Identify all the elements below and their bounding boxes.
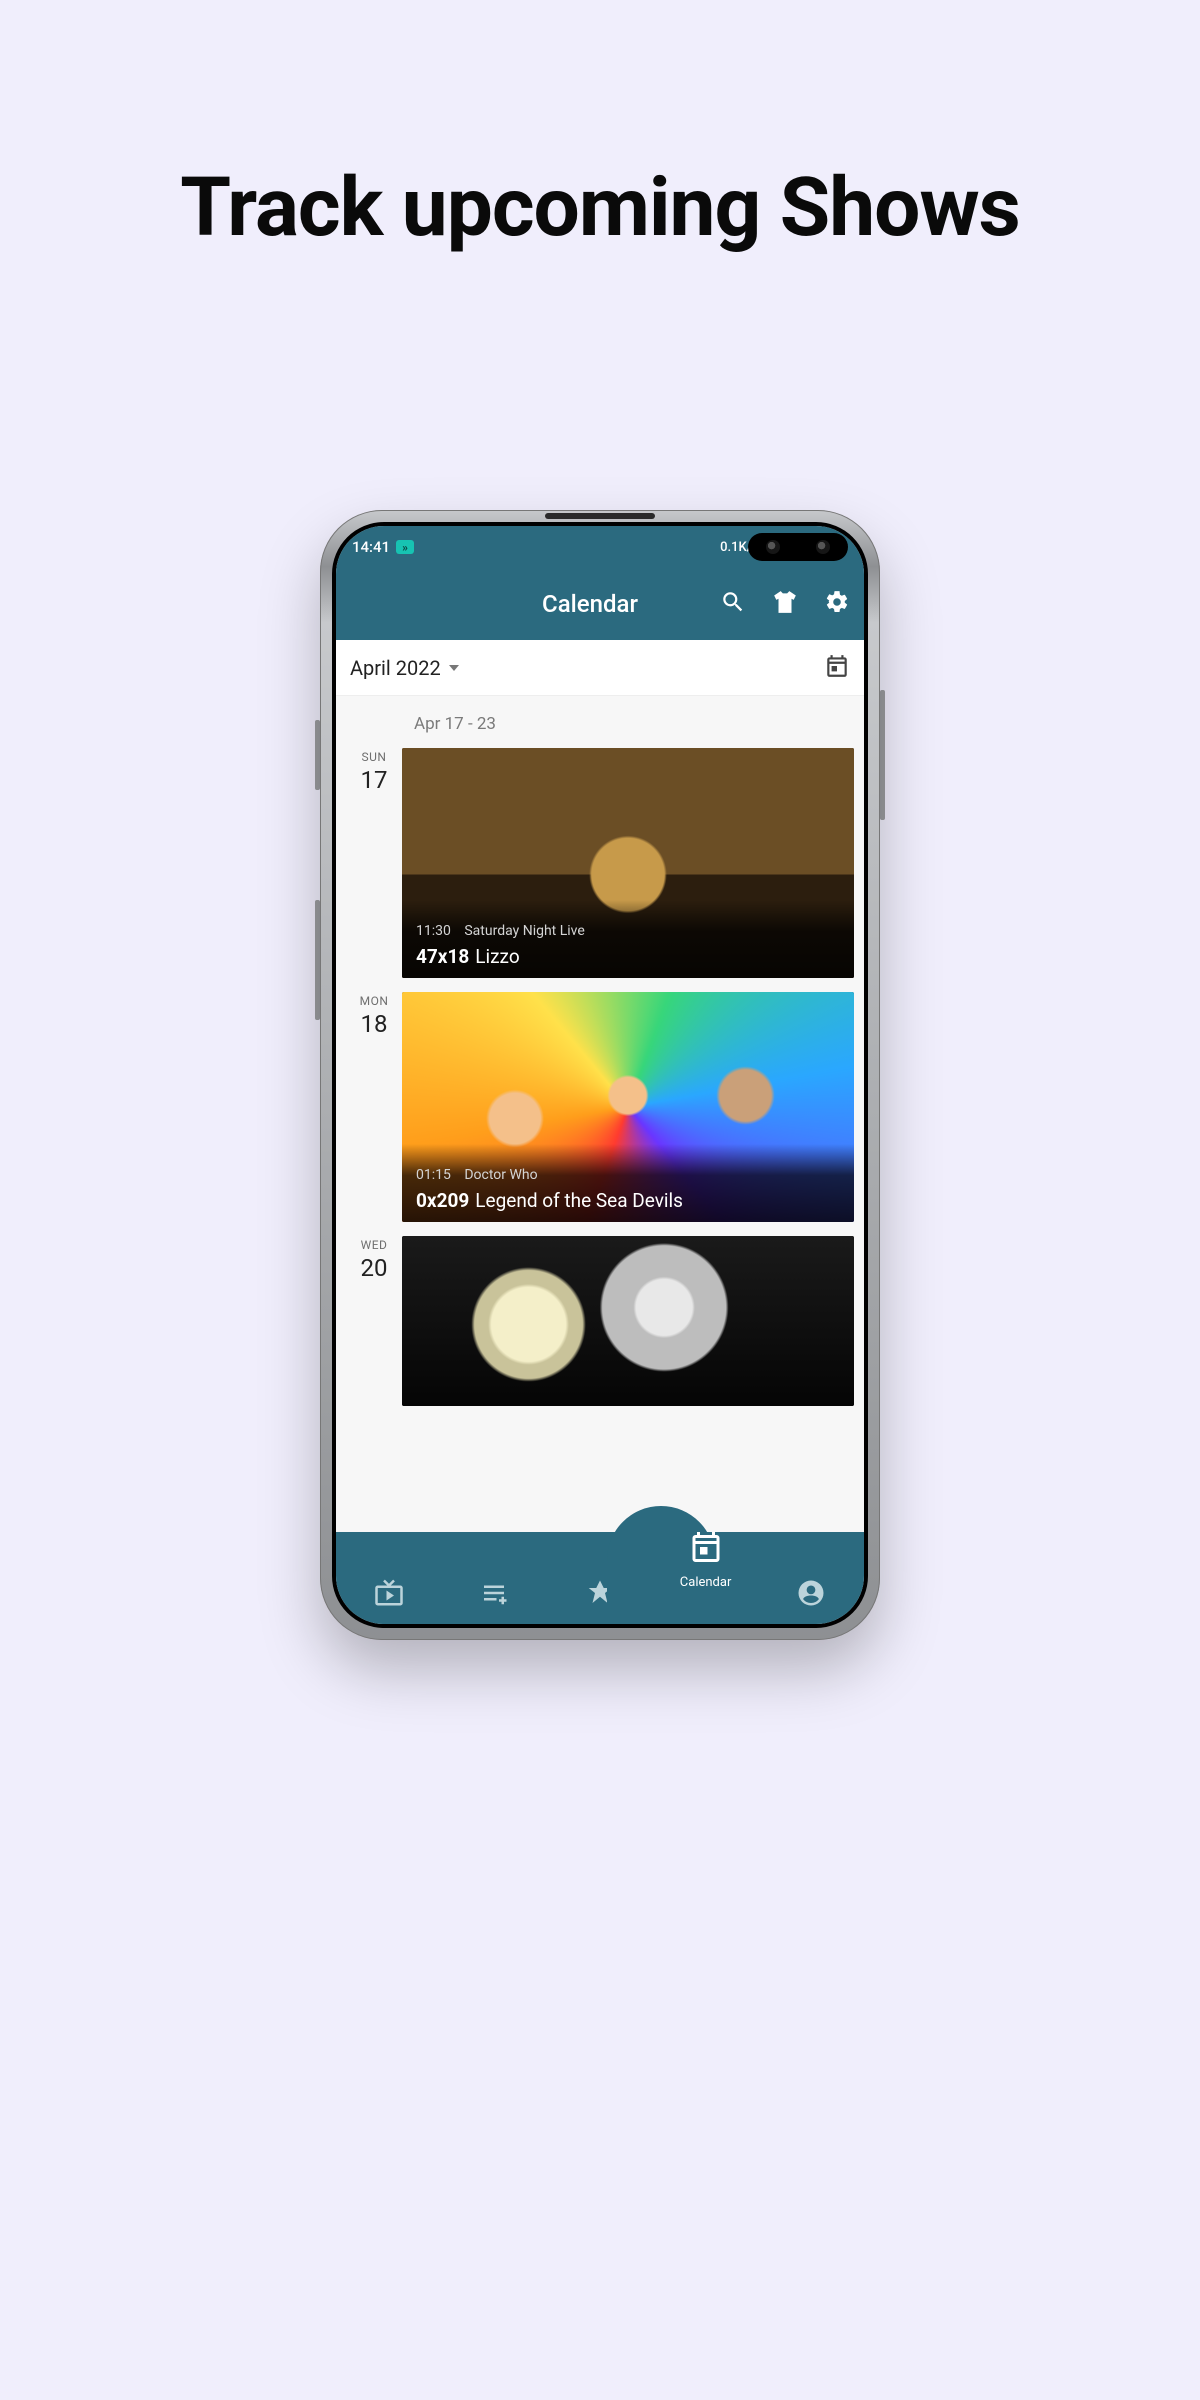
tv-icon [374, 1578, 404, 1612]
nav-tab-profile[interactable] [758, 1578, 864, 1612]
episode-title: Lizzo [475, 945, 519, 968]
merch-button[interactable] [772, 591, 798, 617]
calendar-row: MON 18 01:15 Doctor Who [336, 992, 864, 1236]
day-of-month: 18 [346, 1010, 402, 1038]
jump-to-today-button[interactable] [824, 653, 850, 683]
week-range-label: Apr 17 - 23 [336, 696, 864, 748]
day-of-week: WED [346, 1238, 402, 1252]
calendar-row: SUN 17 11:30 Saturday Night Live [336, 748, 864, 992]
day-column: MON 18 [346, 992, 402, 1222]
tshirt-icon [772, 589, 798, 619]
calendar-today-icon [824, 664, 850, 683]
air-time: 11:30 [416, 923, 451, 939]
day-column: WED 20 [346, 1236, 402, 1406]
day-of-month: 20 [346, 1254, 402, 1282]
bottom-nav: Calendar [336, 1532, 864, 1624]
episode-artwork [402, 1236, 854, 1406]
episode-number: 0x209 [416, 1189, 469, 1212]
nav-tab-add[interactable] [442, 1578, 548, 1612]
nav-tab-calendar[interactable]: Calendar [653, 1529, 759, 1590]
month-bar: April 2022 [336, 640, 864, 696]
status-clock: 14:41 [352, 538, 390, 556]
search-icon [720, 589, 746, 619]
day-of-week: SUN [346, 750, 402, 764]
calendar-list[interactable]: Apr 17 - 23 SUN 17 [336, 696, 864, 1532]
air-time: 01:15 [416, 1167, 451, 1183]
calendar-icon [688, 1529, 724, 1569]
profile-icon [796, 1578, 826, 1612]
episode-card[interactable]: 11:30 Saturday Night Live 47x18 Lizzo [402, 748, 854, 978]
settings-button[interactable] [824, 591, 850, 617]
day-column: SUN 17 [346, 748, 402, 978]
earpiece [545, 513, 655, 519]
search-button[interactable] [720, 591, 746, 617]
camera-cutout [748, 533, 848, 561]
promo-headline: Track upcoming Shows [0, 160, 1200, 256]
nav-tab-shows[interactable] [336, 1578, 442, 1612]
screen: 14:41 » 0.1K/s VPN [336, 526, 864, 1624]
month-dropdown[interactable]: April 2022 [350, 656, 459, 680]
show-name: Doctor Who [464, 1167, 537, 1183]
side-button [880, 690, 885, 820]
calendar-row: WED 20 [336, 1236, 864, 1420]
month-label: April 2022 [350, 656, 441, 680]
add-to-queue-icon [479, 1578, 509, 1612]
episode-number: 47x18 [416, 945, 469, 968]
day-of-month: 17 [346, 766, 402, 794]
status-bar: 14:41 » 0.1K/s VPN [336, 526, 864, 568]
chevron-down-icon [449, 665, 459, 671]
day-of-week: MON [346, 994, 402, 1008]
nav-tab-label: Calendar [680, 1575, 732, 1590]
show-name: Saturday Night Live [464, 923, 584, 939]
status-indicator-icon: » [396, 540, 414, 554]
page-title: Calendar [460, 590, 720, 618]
gear-icon [824, 589, 850, 619]
episode-title: Legend of the Sea Devils [475, 1189, 683, 1212]
app-bar: Calendar [336, 568, 864, 640]
episode-card[interactable]: 01:15 Doctor Who 0x209 Legend of the Sea … [402, 992, 854, 1222]
episode-card[interactable] [402, 1236, 854, 1406]
device-frame: 14:41 » 0.1K/s VPN [320, 510, 880, 1640]
